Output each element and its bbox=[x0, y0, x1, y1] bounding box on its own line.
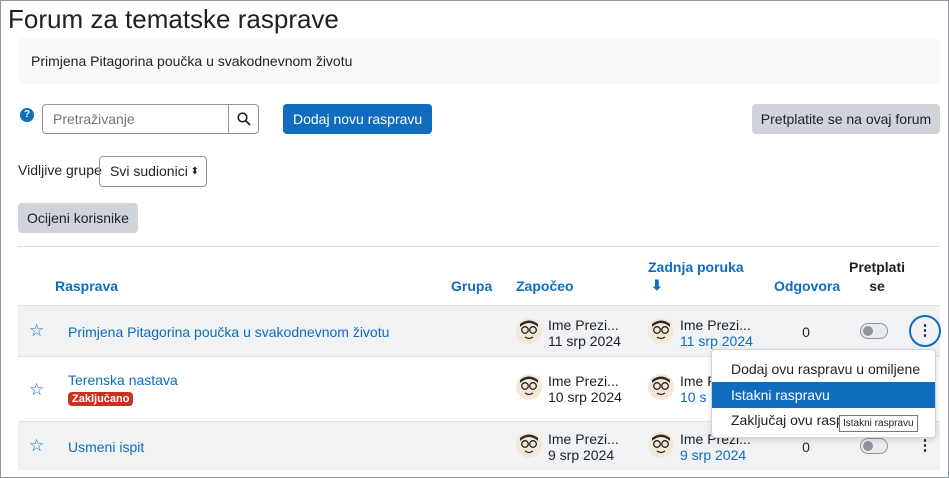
menu-item-pin[interactable]: Istakni raspravu bbox=[712, 382, 935, 408]
last-post-date[interactable]: 11 srp 2024 bbox=[680, 333, 753, 349]
header-started[interactable]: Započeo bbox=[516, 278, 574, 294]
groups-select[interactable]: Svi sudionici ⬍ bbox=[99, 156, 207, 187]
groups-select-value: Svi sudionici bbox=[110, 163, 188, 179]
starter-name: Ime Prezi... bbox=[548, 431, 619, 447]
actions-menu-button[interactable]: ⋮ bbox=[909, 315, 941, 347]
discussion-link[interactable]: Usmeni ispit bbox=[68, 439, 144, 455]
last-post-name: Ime Prezi... bbox=[680, 317, 751, 333]
header-subscribe-line2: se bbox=[869, 278, 885, 294]
search-button[interactable] bbox=[228, 105, 258, 133]
header-replies[interactable]: Odgovora bbox=[774, 278, 840, 294]
pin-tooltip: Istakni raspravu bbox=[839, 415, 918, 432]
header-group[interactable]: Grupa bbox=[451, 278, 492, 294]
row-divider bbox=[18, 305, 940, 306]
star-icon[interactable]: ☆ bbox=[29, 321, 44, 341]
avatar[interactable] bbox=[648, 318, 674, 344]
subscribe-forum-button[interactable]: Pretplatite se na ovaj forum bbox=[752, 104, 940, 134]
header-discussion[interactable]: Rasprava bbox=[55, 278, 118, 294]
select-caret-icon: ⬍ bbox=[190, 166, 199, 177]
discussion-link[interactable]: Primjena Pitagorina poučka u svakodnevno… bbox=[68, 324, 389, 340]
avatar[interactable] bbox=[648, 432, 674, 458]
page-title: Forum za tematske rasprave bbox=[8, 4, 339, 34]
search-box bbox=[42, 104, 259, 134]
locked-badge: Zaključano bbox=[68, 392, 134, 406]
menu-item-favourite[interactable]: Dodaj ovu raspravu u omiljene bbox=[712, 356, 935, 382]
last-post-date[interactable]: 9 srp 2024 bbox=[680, 447, 746, 463]
discussion-link[interactable]: Terenska nastava bbox=[68, 372, 178, 388]
forum-intro: Primjena Pitagorina poučka u svakodnevno… bbox=[18, 38, 940, 84]
replies-count[interactable]: 0 bbox=[791, 439, 821, 455]
starter-date: 10 srp 2024 bbox=[548, 389, 622, 405]
search-input[interactable] bbox=[43, 105, 228, 133]
help-icon[interactable]: ? bbox=[20, 108, 34, 122]
sort-down-arrow-icon[interactable]: ⬇ bbox=[651, 277, 663, 294]
subscribe-toggle[interactable] bbox=[860, 323, 888, 339]
avatar[interactable] bbox=[516, 432, 542, 458]
avatar[interactable] bbox=[648, 374, 674, 400]
grade-users-button[interactable]: Ocijeni korisnike bbox=[18, 203, 138, 233]
header-subscribe: Pretplati bbox=[848, 259, 905, 275]
starter-date: 9 srp 2024 bbox=[548, 447, 615, 463]
star-icon[interactable]: ☆ bbox=[29, 380, 44, 400]
replies-count[interactable]: 0 bbox=[791, 324, 821, 340]
avatar[interactable] bbox=[516, 318, 542, 344]
visible-groups-label: Vidljive grupe bbox=[18, 162, 102, 178]
subscribe-toggle[interactable] bbox=[860, 438, 888, 454]
starter-date: 11 srp 2024 bbox=[548, 333, 621, 349]
starter-name: Ime Prezi... bbox=[548, 317, 619, 333]
header-last-post[interactable]: Zadnja poruka bbox=[648, 259, 744, 275]
add-discussion-button[interactable]: Dodaj novu raspravu bbox=[283, 104, 433, 134]
star-icon[interactable]: ☆ bbox=[29, 436, 44, 456]
avatar[interactable] bbox=[516, 374, 542, 400]
search-icon bbox=[236, 112, 251, 126]
starter-name: Ime Prezi... bbox=[548, 373, 619, 389]
table-top-divider bbox=[18, 246, 940, 247]
last-post-date[interactable]: 10 s bbox=[680, 389, 706, 405]
